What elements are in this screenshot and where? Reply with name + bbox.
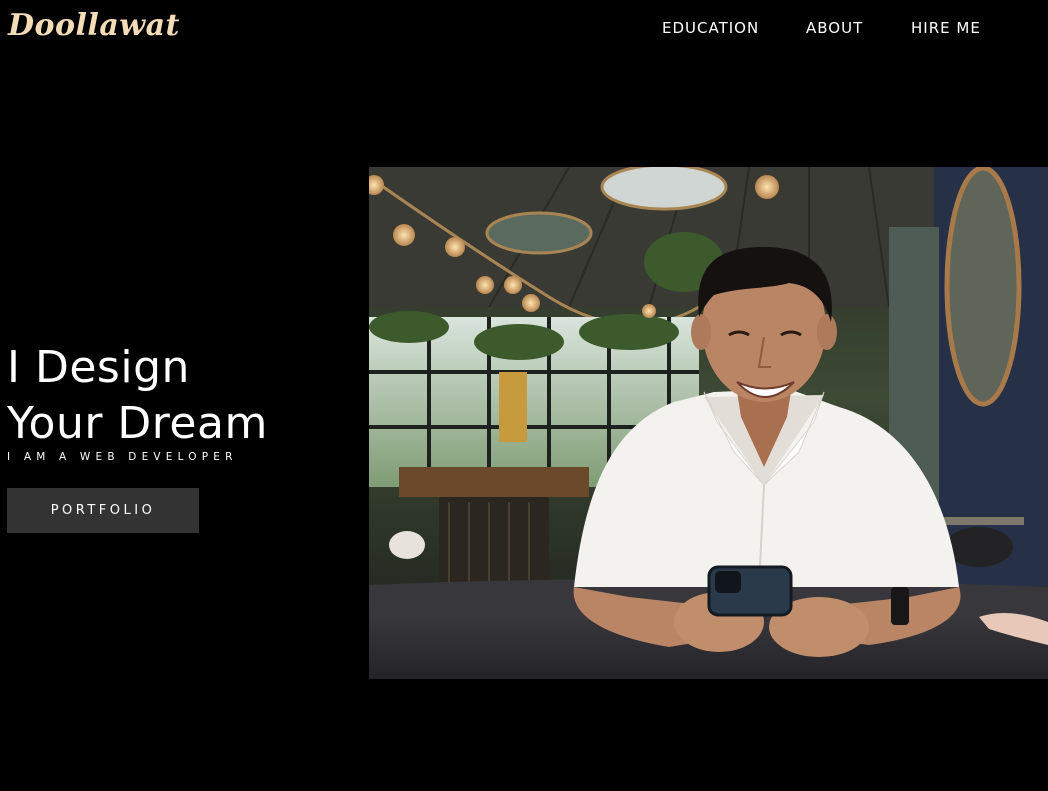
page: Doollawat EDUCATION ABOUT HIRE ME I Desi… — [0, 0, 1048, 791]
hero-subtitle: I AM A WEB DEVELOPER — [7, 451, 238, 463]
nav-link-about[interactable]: ABOUT — [806, 19, 863, 37]
nav-link-education[interactable]: EDUCATION — [662, 19, 759, 37]
hero-photo — [369, 167, 1048, 679]
nav-link-hire-me[interactable]: HIRE ME — [911, 19, 981, 37]
hero-title-line-1: I Design — [7, 342, 190, 393]
hero-title: I Design Your Dream — [7, 340, 268, 452]
main-nav: EDUCATION ABOUT HIRE ME — [0, 19, 1048, 39]
portfolio-button[interactable]: PORTFOLIO — [7, 488, 199, 533]
hero-photo-image — [369, 167, 1048, 679]
hero-title-line-2: Your Dream — [7, 398, 268, 449]
